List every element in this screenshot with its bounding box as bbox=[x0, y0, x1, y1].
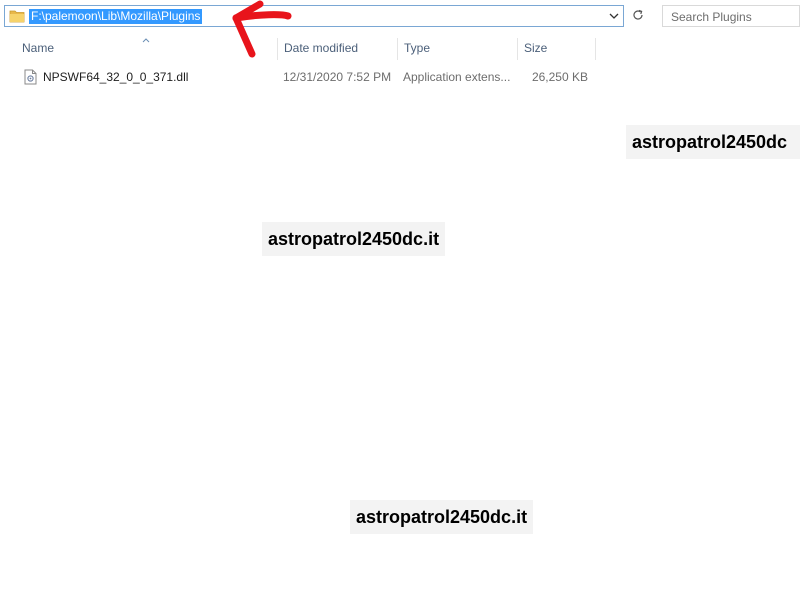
file-date-modified: 12/31/2020 7:52 PM bbox=[283, 70, 392, 84]
refresh-button[interactable] bbox=[626, 5, 650, 27]
watermark-label: astropatrol2450dc.it bbox=[268, 229, 440, 249]
file-name: NPSWF64_32_0_0_371.dll bbox=[43, 70, 189, 84]
file-type: Application extens... bbox=[403, 70, 511, 84]
column-header-name[interactable]: Name bbox=[16, 38, 278, 60]
column-header-size[interactable]: Size bbox=[518, 38, 596, 60]
file-row[interactable]: NPSWF64_32_0_0_371.dll 12/31/2020 7:52 P… bbox=[16, 67, 596, 87]
dll-file-icon bbox=[24, 69, 37, 88]
watermark-text: astropatrol2450dc bbox=[626, 125, 800, 159]
watermark-label: astropatrol2450dc bbox=[632, 132, 788, 152]
column-header-date-modified[interactable]: Date modified bbox=[278, 38, 398, 60]
column-header-label: Date modified bbox=[284, 41, 359, 55]
chevron-down-icon[interactable] bbox=[605, 6, 623, 26]
column-header-type[interactable]: Type bbox=[398, 38, 518, 60]
watermark-label: astropatrol2450dc.it bbox=[356, 507, 528, 527]
watermark-text: astropatrol2450dc.it bbox=[262, 222, 446, 256]
address-bar[interactable]: F:\palemoon\Lib\Mozilla\Plugins bbox=[4, 5, 624, 27]
search-box[interactable] bbox=[662, 5, 800, 27]
search-input[interactable] bbox=[669, 7, 800, 27]
folder-icon bbox=[9, 9, 25, 23]
watermark-text: astropatrol2450dc.it bbox=[350, 500, 534, 534]
column-header-label: Name bbox=[22, 41, 55, 55]
column-header-label: Type bbox=[404, 41, 431, 55]
file-size: 26,250 KB bbox=[531, 70, 588, 84]
column-header-label: Size bbox=[524, 41, 548, 55]
refresh-icon bbox=[632, 9, 644, 24]
address-path[interactable]: F:\palemoon\Lib\Mozilla\Plugins bbox=[29, 9, 203, 24]
